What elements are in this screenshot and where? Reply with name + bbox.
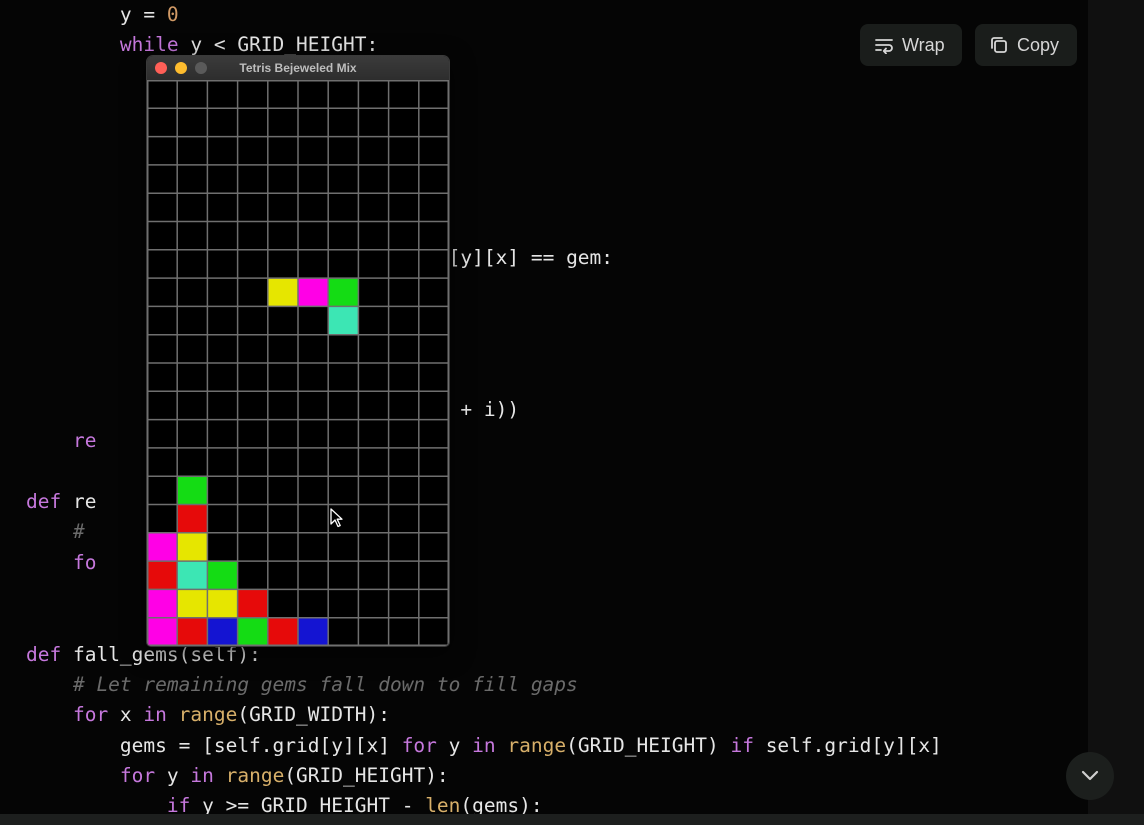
code-token: in: [143, 703, 167, 726]
code-token: def: [26, 490, 62, 513]
code-token: (GRID_HEIGHT): [566, 734, 731, 757]
code-token: range: [178, 703, 238, 726]
gem-block: [237, 589, 268, 618]
gem-block: [267, 278, 298, 307]
code-token: while: [26, 33, 179, 56]
gem-block: [207, 589, 238, 618]
window-title: Tetris Bejeweled Mix: [239, 61, 357, 75]
code-token: for: [26, 703, 109, 726]
code-token: for: [26, 764, 156, 787]
code-line: re: [26, 426, 96, 456]
window-titlebar[interactable]: Tetris Bejeweled Mix: [147, 56, 449, 80]
gem-block: [328, 278, 359, 307]
mouse-cursor-icon: [330, 508, 343, 528]
gem-block: [328, 306, 359, 335]
bottom-bar: [0, 814, 1144, 825]
code-token: for: [401, 734, 437, 757]
gem-block: [177, 476, 208, 505]
game-board[interactable]: [147, 80, 449, 646]
code-token: if: [730, 734, 754, 757]
code-token: y: [436, 734, 473, 757]
chevron-down-icon: [1081, 770, 1099, 781]
gem-block: [207, 561, 238, 590]
gem-block: [177, 561, 208, 590]
wrap-label: Wrap: [902, 34, 945, 55]
code-token: range: [225, 764, 285, 787]
gem-block: [207, 617, 238, 646]
code-token: re: [72, 429, 97, 452]
gem-block: [147, 617, 178, 646]
gem-block: [147, 561, 178, 590]
scroll-down-button[interactable]: [1066, 752, 1114, 800]
code-token: fo: [26, 551, 97, 574]
code-line: for y in range(GRID_HEIGHT):: [26, 761, 449, 791]
code-token: gems = [self.grid[y][x]: [26, 734, 402, 757]
code-line: fo: [26, 548, 97, 578]
code-line: # Let remaining gems fall down to fill g…: [26, 670, 578, 700]
gem-block: [177, 617, 208, 646]
code-line: gems = [self.grid[y][x] for y in range(G…: [26, 731, 942, 761]
gem-block: [298, 617, 329, 646]
gem-block: [177, 589, 208, 618]
gem-block: [237, 617, 268, 646]
right-gutter: [1088, 0, 1144, 825]
code-token: (GRID_HEIGHT):: [284, 764, 449, 787]
code-token: (GRID_WIDTH):: [237, 703, 390, 726]
gem-block: [147, 589, 178, 618]
code-line: for x in range(GRID_WIDTH):: [26, 700, 390, 730]
code-token: range: [507, 734, 567, 757]
code-token: def: [26, 643, 62, 666]
code-token: # Let remaining gems fall down to fill g…: [26, 673, 578, 696]
copy-label: Copy: [1017, 34, 1060, 55]
code-token: y =: [26, 3, 167, 26]
gem-block: [298, 278, 329, 307]
gem-block: [147, 532, 178, 562]
code-token: y: [155, 764, 191, 787]
code-token: in: [190, 764, 214, 787]
code-line: y = 0: [26, 0, 179, 30]
wrap-button[interactable]: Wrap: [860, 24, 962, 66]
code-token: fall_gems(self):: [61, 643, 261, 666]
code-token: self.grid[y][x]: [753, 734, 942, 757]
copy-button[interactable]: Copy: [975, 24, 1077, 66]
gem-block: [177, 504, 208, 533]
wrap-icon: [875, 39, 893, 54]
game-window[interactable]: Tetris Bejeweled Mix: [147, 56, 449, 646]
gem-block: [267, 617, 298, 646]
code-token: 0: [166, 3, 179, 26]
copy-icon: [991, 37, 1007, 53]
gem-block: [177, 532, 208, 562]
code-token: y < GRID_HEIGHT:: [178, 33, 379, 56]
code-token: in: [472, 734, 496, 757]
code-token: x: [108, 703, 144, 726]
